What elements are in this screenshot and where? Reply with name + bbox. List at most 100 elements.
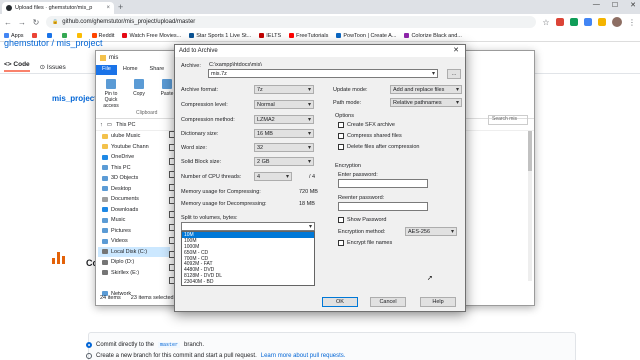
nav-item[interactable]: Diplo (D:) bbox=[98, 257, 170, 268]
format-select[interactable]: 7z bbox=[254, 85, 314, 94]
bookmark-icon bbox=[404, 33, 410, 38]
breadcrumb[interactable]: mis_project / bbox=[52, 94, 101, 103]
back-icon[interactable]: ← bbox=[4, 18, 12, 27]
level-select[interactable]: Normal bbox=[254, 100, 314, 109]
password-input[interactable] bbox=[338, 179, 428, 188]
nav-item-icon bbox=[102, 228, 108, 234]
pin-button[interactable]: Pin to Quick access bbox=[100, 79, 122, 114]
commit-direct-option[interactable]: Commit directly to the master branch. bbox=[86, 342, 204, 348]
bookmark-item[interactable]: Colorize Black and... bbox=[404, 33, 462, 39]
explorer-scrollbar[interactable] bbox=[528, 131, 532, 281]
copy-button[interactable]: Copy bbox=[128, 79, 150, 114]
mouse-cursor-icon: ➚ bbox=[427, 275, 433, 282]
nav-item[interactable]: OneDrive bbox=[98, 152, 170, 163]
scroll-thumb[interactable] bbox=[528, 131, 532, 171]
format-label: Archive format: bbox=[181, 87, 218, 93]
help-button[interactable]: Help bbox=[420, 297, 456, 307]
ribbon-tab-home[interactable]: Home bbox=[117, 65, 144, 75]
bookmark-icon bbox=[336, 33, 342, 38]
update-mode-select[interactable]: Add and replace files bbox=[390, 85, 462, 94]
nav-item[interactable]: 3D Objects bbox=[98, 173, 170, 184]
commit-avatar-icon bbox=[52, 252, 65, 264]
nav-item-icon bbox=[102, 270, 108, 276]
item-count: 24 items bbox=[100, 295, 121, 301]
nav-item-icon bbox=[102, 133, 108, 139]
nav-item[interactable]: ulube Music bbox=[98, 131, 170, 142]
shared-checkbox[interactable]: Compress shared files bbox=[338, 133, 402, 139]
nav-item[interactable]: Documents bbox=[98, 194, 170, 205]
nav-item-icon bbox=[102, 186, 108, 192]
radio-unchecked[interactable] bbox=[86, 353, 92, 359]
explorer-search-input[interactable]: Search mis bbox=[488, 115, 528, 125]
nav-item[interactable]: Youtube Chann bbox=[98, 142, 170, 153]
reload-icon[interactable]: ↻ bbox=[32, 18, 40, 27]
reenter-password-input[interactable] bbox=[338, 202, 428, 211]
threads-select[interactable]: 4 bbox=[254, 172, 292, 181]
nav-item-icon bbox=[102, 165, 108, 171]
up-icon[interactable]: ↑ bbox=[100, 122, 103, 128]
ribbon-tab-file[interactable]: File bbox=[96, 65, 117, 75]
bookmark-item[interactable]: PowToon | Create A... bbox=[336, 33, 396, 39]
extension-icon[interactable] bbox=[556, 18, 564, 26]
word-select[interactable]: 32 bbox=[254, 143, 314, 152]
dictionary-select[interactable]: 16 MB bbox=[254, 129, 314, 138]
bookmark-item[interactable]: FreeTutorials bbox=[289, 33, 328, 39]
maximize-button[interactable]: ☐ bbox=[612, 1, 618, 9]
address-bar[interactable]: 🔒 github.com/ghemstutor/mis_project/uplo… bbox=[46, 16, 536, 28]
sfx-checkbox[interactable]: Create SFX archive bbox=[338, 122, 395, 128]
encrypt-names-checkbox[interactable]: Encrypt file names bbox=[338, 240, 392, 246]
nav-item[interactable]: Videos bbox=[98, 236, 170, 247]
minimize-button[interactable]: — bbox=[593, 1, 600, 9]
new-tab-button[interactable]: + bbox=[118, 2, 123, 12]
extension-icon[interactable] bbox=[570, 18, 578, 26]
encryption-heading: Encryption bbox=[335, 163, 361, 169]
split-option[interactable]: 23040M - BD bbox=[182, 279, 314, 285]
browse-button[interactable]: ... bbox=[447, 69, 461, 79]
bookmark-item[interactable]: Watch Free Movies... bbox=[122, 33, 181, 39]
close-window-button[interactable]: ✕ bbox=[630, 1, 636, 9]
close-tab-icon[interactable]: × bbox=[106, 5, 110, 11]
close-icon[interactable]: ✕ bbox=[453, 46, 459, 54]
extension-icon[interactable] bbox=[584, 18, 592, 26]
forward-icon[interactable]: → bbox=[18, 18, 26, 27]
path-mode-select[interactable]: Relative pathnames bbox=[390, 98, 462, 107]
bookmark-item[interactable]: Star Sports 1 Live St... bbox=[189, 33, 251, 39]
tab-issues[interactable]: ⊙ Issues bbox=[40, 63, 66, 71]
extension-icon[interactable] bbox=[598, 18, 606, 26]
update-mode-label: Update mode: bbox=[333, 87, 368, 93]
bookmark-item[interactable]: IELTS bbox=[259, 33, 281, 39]
split-volumes-combo[interactable] bbox=[181, 222, 315, 231]
cancel-button[interactable]: Cancel bbox=[370, 297, 406, 307]
nav-item[interactable]: Pictures bbox=[98, 226, 170, 237]
radio-checked[interactable] bbox=[86, 342, 92, 348]
commit-new-branch-option[interactable]: Create a new branch for this commit and … bbox=[86, 353, 345, 359]
selected-count: 23 items selected bbox=[130, 295, 174, 301]
nav-item[interactable]: Skirllex (E:) bbox=[98, 268, 170, 279]
nav-item[interactable]: This PC bbox=[98, 163, 170, 174]
threads-label: Number of CPU threads: bbox=[181, 174, 242, 180]
avatar[interactable] bbox=[612, 17, 622, 27]
repo-title[interactable]: ghemstutor / mis_project bbox=[4, 38, 103, 48]
nav-item[interactable]: Downloads bbox=[98, 205, 170, 216]
show-password-checkbox[interactable]: Show Password bbox=[338, 217, 386, 223]
nav-item[interactable]: Desktop bbox=[98, 184, 170, 195]
pull-request-link[interactable]: Learn more about pull requests. bbox=[261, 353, 346, 359]
threads-max: / 4 bbox=[309, 174, 316, 180]
nav-item-icon bbox=[102, 196, 108, 202]
nav-item-icon bbox=[102, 217, 108, 223]
delete-checkbox[interactable]: Delete files after compression bbox=[338, 144, 419, 150]
method-select[interactable]: LZMA2 bbox=[254, 115, 314, 124]
nav-item[interactable]: Local Disk (C:) bbox=[98, 246, 170, 257]
menu-icon[interactable]: ⋮ bbox=[628, 18, 636, 27]
ok-button[interactable]: OK bbox=[322, 297, 358, 307]
ribbon-tab-share[interactable]: Share bbox=[144, 65, 171, 75]
tab-code[interactable]: <> Code bbox=[4, 61, 30, 72]
browser-tab[interactable]: Upload files · ghemstutor/mis_p × bbox=[2, 2, 114, 14]
encryption-method-select[interactable]: AES-256 bbox=[405, 227, 457, 236]
solid-select[interactable]: 2 GB bbox=[254, 157, 314, 166]
level-label: Compression level: bbox=[181, 102, 228, 108]
star-icon[interactable]: ☆ bbox=[542, 18, 550, 27]
folder-icon bbox=[100, 55, 106, 61]
archive-name-combo[interactable]: mis.7z bbox=[208, 69, 438, 78]
nav-item[interactable]: Music bbox=[98, 215, 170, 226]
